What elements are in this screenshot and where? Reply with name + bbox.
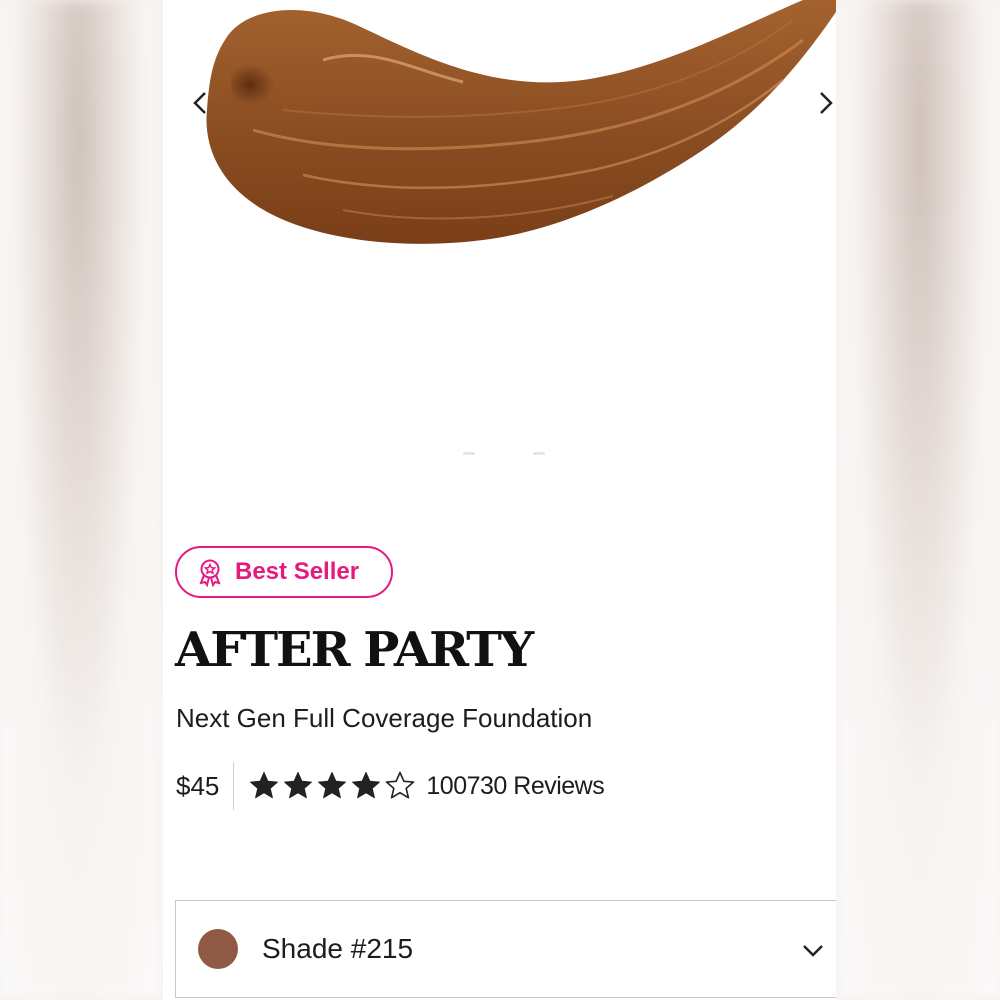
price-rating-row: $45 100730 Reviews bbox=[176, 760, 605, 812]
star-filled-icon bbox=[250, 772, 279, 799]
product-title: AFTER PARTY bbox=[175, 622, 534, 678]
reviews-link[interactable]: 100730 Reviews bbox=[426, 772, 604, 801]
chevron-down-icon bbox=[803, 945, 823, 957]
shade-swatch bbox=[198, 929, 238, 969]
star-filled-icon bbox=[318, 772, 347, 799]
divider bbox=[233, 762, 235, 810]
award-ribbon-icon bbox=[199, 559, 221, 587]
product-image-gallery[interactable] bbox=[163, 0, 836, 460]
gallery-pagination bbox=[463, 452, 545, 455]
background-right bbox=[836, 0, 1000, 1000]
star-rating[interactable] bbox=[248, 770, 416, 802]
star-filled-icon bbox=[284, 772, 313, 799]
product-swatch-image bbox=[206, 0, 836, 244]
product-panel: Best Seller AFTER PARTY Next Gen Full Co… bbox=[163, 0, 836, 1000]
star-empty-icon bbox=[386, 771, 415, 799]
shade-label: Shade #215 bbox=[262, 933, 414, 964]
previous-image-button[interactable] bbox=[187, 86, 213, 120]
badge-label: Best Seller bbox=[235, 558, 360, 585]
next-image-button[interactable] bbox=[813, 86, 836, 120]
product-subtitle: Next Gen Full Coverage Foundation bbox=[176, 703, 593, 733]
best-seller-badge: Best Seller bbox=[175, 546, 393, 598]
star-filled-icon bbox=[352, 772, 381, 799]
chevron-right-icon bbox=[820, 92, 833, 114]
pagination-dot[interactable] bbox=[463, 452, 475, 455]
background-left bbox=[0, 0, 161, 1000]
pagination-dot[interactable] bbox=[533, 452, 545, 455]
product-price: $45 bbox=[176, 770, 220, 801]
shade-selector[interactable]: Shade #215 bbox=[175, 900, 836, 998]
chevron-left-icon bbox=[193, 92, 206, 114]
